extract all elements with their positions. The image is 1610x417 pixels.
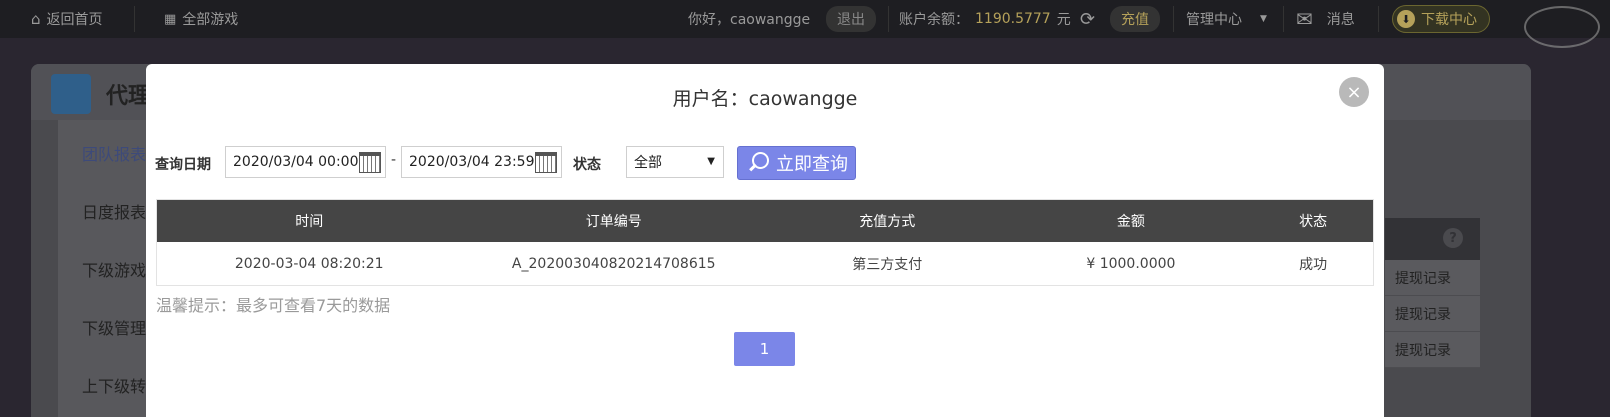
mail-icon: ✉ (1296, 7, 1313, 31)
all-games-link[interactable]: ▦ 全部游戏 (164, 0, 238, 38)
calendar-icon[interactable] (359, 152, 381, 173)
grid-icon: ▦ (164, 11, 177, 27)
balance-value: 1190.5777 (975, 11, 1051, 27)
end-date-input[interactable]: 2020/03/04 23:59 (401, 146, 562, 178)
end-date-value: 2020/03/04 23:59 (409, 154, 535, 170)
chevron-down-icon: ▼ (707, 156, 715, 167)
download-center-button[interactable]: ⬇ 下载中心 (1392, 0, 1490, 38)
cell-amount: ¥ 1000.0000 (1086, 255, 1176, 272)
download-center-label: 下载中心 (1421, 12, 1477, 28)
refresh-balance-button[interactable]: ⟳ (1080, 0, 1095, 38)
logout-label: 退出 (826, 6, 876, 32)
help-icon[interactable]: ? (1443, 228, 1463, 248)
divider (1173, 6, 1174, 32)
date-filter-label: 查询日期 (155, 157, 211, 173)
cell-time: 2020-03-04 08:20:21 (234, 255, 384, 272)
status-filter-label: 状态 (573, 157, 601, 173)
all-games-label: 全部游戏 (182, 12, 239, 28)
query-button-label: 立即查询 (776, 154, 848, 175)
query-button[interactable]: 立即查询 (737, 146, 856, 180)
sidebar-item-transfer[interactable]: 上下级转 (82, 373, 146, 397)
cell-status: 成功 (1299, 256, 1328, 273)
start-date-value: 2020/03/04 00:00 (233, 154, 359, 170)
divider (1378, 6, 1379, 32)
column-header-order-id: 订单编号 (585, 214, 642, 230)
pagination-page-1[interactable]: 1 (734, 332, 795, 366)
recharge-button[interactable]: 充值 (1110, 0, 1160, 38)
close-icon: × (1346, 81, 1362, 103)
hint-text: 温馨提示：最多可查看7天的数据 (156, 296, 391, 315)
logout-button[interactable]: 退出 (826, 0, 876, 38)
status-select-value: 全部 (634, 155, 662, 171)
date-range-separator: - (391, 152, 397, 168)
watermark-logo (1524, 6, 1600, 48)
close-button[interactable]: × (1339, 77, 1369, 107)
records-table: 时间 订单编号 充值方式 金额 状态 2020-03-04 08:20:21 A… (156, 199, 1374, 286)
recharge-label: 充值 (1110, 6, 1160, 32)
search-icon (748, 152, 770, 174)
withdraw-record-link[interactable]: 提现记录 (1385, 260, 1480, 296)
divider (1283, 6, 1284, 32)
column-header-method: 充值方式 (859, 214, 916, 230)
balance-display: 账户余额： 1190.5777 元 (899, 0, 1071, 38)
cell-method: 第三方支付 (852, 256, 923, 273)
greeting-text: 你好，caowangge (688, 12, 811, 28)
sidebar-item-sub-management[interactable]: 下级管理 (82, 315, 146, 339)
modal-title: 用户名：caowangge (672, 88, 858, 110)
manage-center-label: 管理中心 (1186, 12, 1242, 28)
background-table-header (1385, 218, 1480, 260)
download-icon: ⬇ (1397, 10, 1415, 28)
home-link-label: 返回首页 (46, 12, 103, 28)
sidebar-item-sub-games[interactable]: 下级游戏 (82, 257, 146, 281)
download-center-pill: ⬇ 下载中心 (1392, 5, 1490, 33)
messages-link[interactable]: ✉ 消息 (1296, 0, 1355, 38)
column-header-status: 状态 (1299, 214, 1328, 230)
top-navigation-bar: ⌂ 返回首页 ▦ 全部游戏 你好，caowangge 退出 账户余额： 1190… (0, 0, 1610, 38)
sidebar-item-team-report[interactable]: 团队报表 (82, 141, 146, 165)
dropdown-caret-icon: ▼ (1260, 14, 1267, 24)
sidebar-item-daily-report[interactable]: 日度报表 (82, 199, 146, 223)
background-panel-title: 代理 (106, 84, 151, 109)
refresh-icon: ⟳ (1080, 8, 1096, 30)
calendar-icon[interactable] (535, 152, 557, 173)
balance-unit: 元 (1056, 12, 1071, 28)
cell-order-id: A_202003040820214708615 (511, 255, 716, 272)
agent-logo-icon (51, 74, 91, 114)
start-date-input[interactable]: 2020/03/04 00:00 (225, 146, 386, 178)
divider (888, 6, 889, 32)
balance-label: 账户余额： (899, 12, 969, 28)
home-icon: ⌂ (31, 10, 41, 28)
table-row: 2020-03-04 08:20:21 A_202003040820214708… (157, 242, 1373, 285)
status-select[interactable]: 全部 ▼ (626, 146, 724, 178)
divider (134, 6, 135, 32)
withdraw-record-link[interactable]: 提现记录 (1385, 332, 1480, 368)
manage-center-menu[interactable]: 管理中心 ▼ (1186, 0, 1267, 38)
column-header-time: 时间 (295, 214, 324, 230)
home-link[interactable]: ⌂ 返回首页 (31, 0, 103, 38)
messages-label: 消息 (1326, 12, 1355, 28)
recharge-records-modal: 用户名：caowangge × 查询日期 2020/03/04 00:00 - … (146, 64, 1384, 417)
greeting: 你好，caowangge (688, 0, 810, 38)
column-header-amount: 金额 (1116, 214, 1145, 230)
table-header-row: 时间 订单编号 充值方式 金额 状态 (157, 200, 1373, 242)
withdraw-record-link[interactable]: 提现记录 (1385, 296, 1480, 332)
